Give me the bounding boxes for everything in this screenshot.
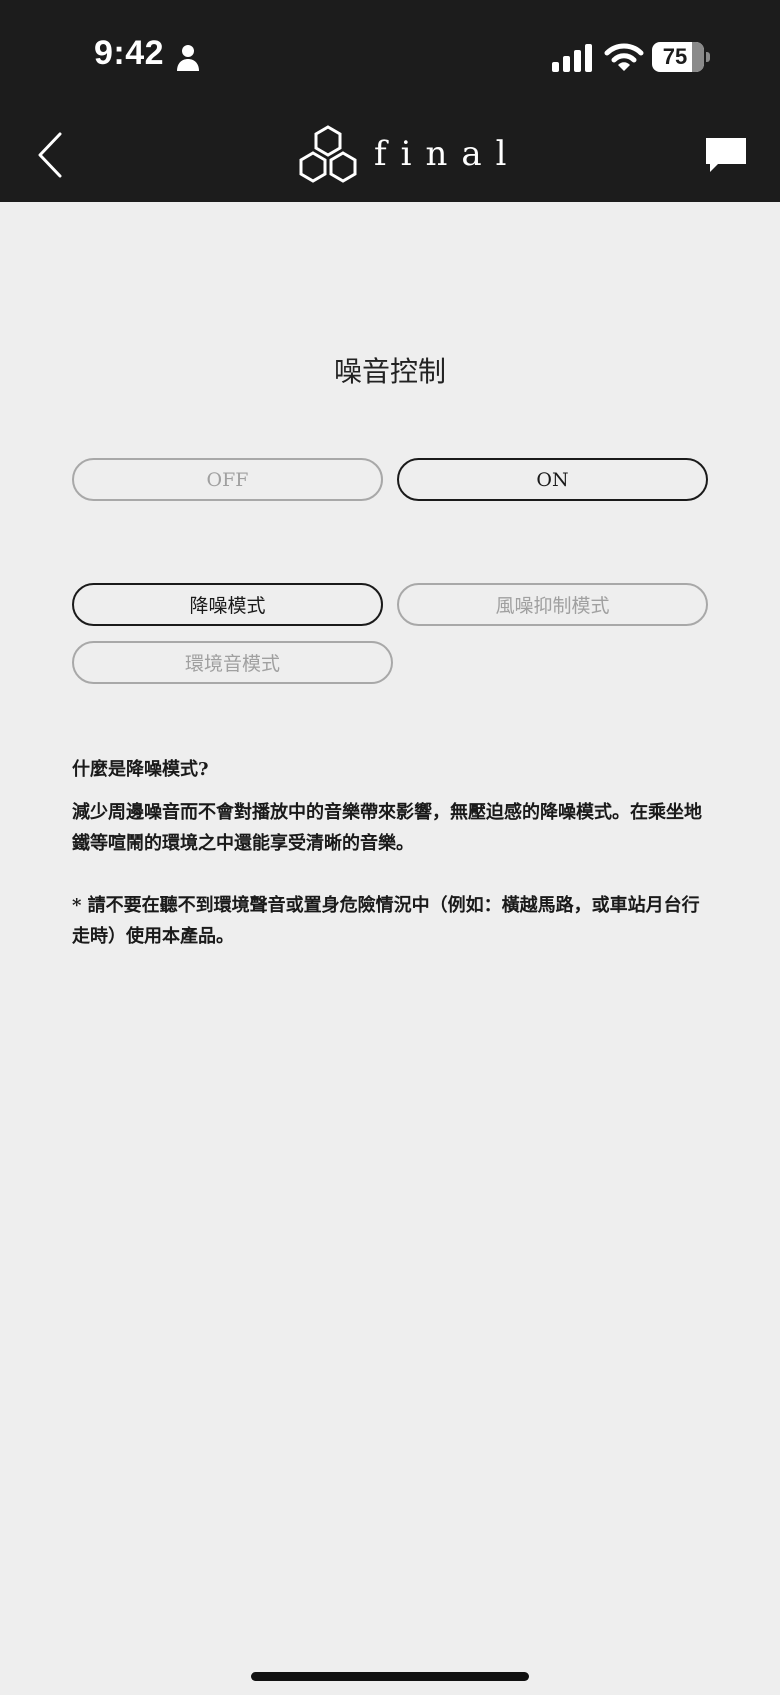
ambient-sound-mode-button[interactable]: 環境音模式 xyxy=(72,641,393,684)
page-title: 噪音控制 xyxy=(333,355,446,388)
logo-text: final xyxy=(374,134,521,174)
brand-logo: final xyxy=(296,124,507,190)
battery-icon: 75 xyxy=(652,42,710,72)
mode-label: 降噪模式 xyxy=(189,595,266,617)
person-icon xyxy=(177,45,199,71)
top-bar: 9:42 75 final xyxy=(0,0,780,202)
back-button[interactable] xyxy=(30,130,72,180)
info-heading: 什麼是降噪模式? xyxy=(72,759,209,780)
info-warning: * 請不要在聽不到環境聲音或置身危險情況中（例如：橫越馬路，或車站月台行走時）使… xyxy=(72,895,700,947)
chat-bubble-icon xyxy=(706,138,746,172)
on-button-label: ON xyxy=(536,468,569,491)
battery-body: 75 xyxy=(652,42,704,72)
noise-cancelling-mode-button[interactable]: 降噪模式 xyxy=(72,583,383,626)
off-button[interactable]: OFF xyxy=(72,458,383,501)
battery-nub xyxy=(706,52,710,62)
on-button[interactable]: ON xyxy=(397,458,708,501)
signal-icon xyxy=(552,44,592,72)
chat-button[interactable] xyxy=(704,136,748,176)
wind-noise-mode-button[interactable]: 風噪抑制模式 xyxy=(397,583,708,626)
mode-label: 風噪抑制模式 xyxy=(495,595,610,617)
hexagon-logo-icon xyxy=(299,125,357,183)
home-indicator[interactable] xyxy=(251,1672,529,1681)
info-body: 減少周邊噪音而不會對播放中的音樂帶來影響，無壓迫感的降噪模式。在乘坐地鐵等喧鬧的… xyxy=(72,802,702,854)
off-button-label: OFF xyxy=(206,468,249,491)
status-time: 9:42 xyxy=(94,34,165,72)
battery-level: 75 xyxy=(662,44,688,69)
chevron-left-icon xyxy=(38,132,62,178)
wifi-icon xyxy=(604,43,644,71)
mode-label: 環境音模式 xyxy=(184,653,280,675)
